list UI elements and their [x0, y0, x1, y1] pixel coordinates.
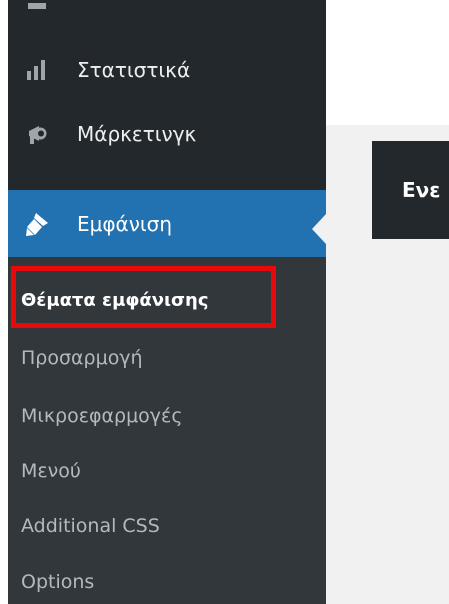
sidebar-item-label: Εμφάνιση	[77, 211, 173, 236]
content-heading-partial: Ενε	[402, 178, 441, 202]
submenu-item-options[interactable]: Options	[21, 571, 94, 593]
submenu-item-additional-css[interactable]: Additional CSS	[21, 515, 160, 537]
megaphone-icon	[22, 119, 52, 149]
sidebar-item-label: Μάρκετινγκ	[77, 122, 197, 146]
paintbrush-icon	[22, 209, 52, 239]
sidebar-item-partial[interactable]	[8, 0, 326, 22]
sidebar-item-label: Στατιστικά	[77, 58, 191, 82]
page-edge	[0, 0, 8, 604]
active-pointer-arrow	[312, 214, 326, 244]
content-top-panel	[326, 0, 449, 125]
highlight-box	[11, 266, 276, 328]
submenu-item-menus[interactable]: Μενού	[21, 460, 81, 482]
sidebar-item-marketing[interactable]: Μάρκετινγκ	[8, 112, 326, 156]
stats-bars-icon	[22, 55, 52, 85]
sidebar-item-appearance[interactable]: Εμφάνιση	[8, 190, 326, 257]
partial-menu-icon	[22, 0, 52, 15]
submenu-item-widgets[interactable]: Μικροεφαρμογές	[21, 405, 182, 427]
sidebar-item-statistics[interactable]: Στατιστικά	[8, 48, 326, 92]
submenu-item-customize[interactable]: Προσαρμογή	[21, 347, 143, 369]
